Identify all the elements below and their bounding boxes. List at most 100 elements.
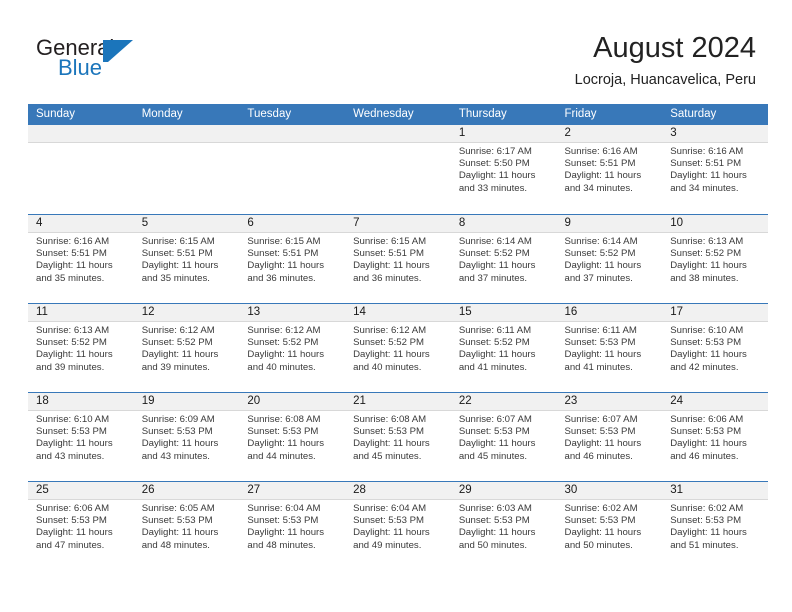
daylight-text-line2: and 46 minutes. — [670, 450, 739, 462]
day-cell[interactable]: 12 Sunrise: 6:12 AM Sunset: 5:52 PM Dayligh… — [133, 304, 240, 392]
day-cell[interactable]: 4 Sunrise: 6:16 AM Sunset: 5:51 PM Daylight… — [28, 215, 134, 303]
day-cell[interactable]: 16 Sunrise: 6:11 AM Sunset: 5:53 PM Dayligh… — [556, 304, 663, 392]
day-cell[interactable]: 20 Sunrise: 6:08 AM Sunset: 5:53 PM Dayligh… — [239, 393, 346, 481]
day-number-band: 5 — [133, 215, 240, 233]
day-cell[interactable]: 14 Sunrise: 6:12 AM Sunset: 5:52 PM Dayligh… — [345, 304, 451, 392]
daylight-text-line2: and 33 minutes. — [458, 182, 528, 194]
day-number-band: 22 — [450, 393, 557, 411]
sunset-text: Sunset: 5:52 PM — [36, 337, 107, 349]
day-cell-empty — [133, 125, 240, 214]
page-title: August 2024 — [593, 32, 756, 64]
day-cell[interactable]: 7 Sunrise: 6:15 AM Sunset: 5:51 PM Daylight… — [345, 215, 451, 303]
day-cell[interactable]: 3 Sunrise: 6:16 AM Sunset: 5:51 PM Daylight… — [662, 125, 768, 214]
sunrise-text: Sunrise: 6:15 AM — [353, 236, 427, 247]
sunset-text: Sunset: 5:51 PM — [36, 248, 107, 260]
day-number: 15 — [458, 306, 472, 318]
day-cell[interactable]: 22 Sunrise: 6:07 AM Sunset: 5:53 PM Dayligh… — [450, 393, 557, 481]
logo-text-blue: Blue — [58, 55, 103, 80]
weekday-header-saturday: Saturday — [670, 108, 717, 120]
day-details: Sunrise: 6:08 AM Sunset: 5:53 PM Daylight:… — [345, 411, 451, 463]
day-details: Sunrise: 6:07 AM Sunset: 5:53 PM Daylight:… — [451, 411, 557, 463]
day-cell[interactable]: 5 Sunrise: 6:15 AM Sunset: 5:51 PM Daylight… — [133, 215, 240, 303]
daylight-text-line1: Daylight: 11 hours — [141, 438, 219, 450]
day-number-band: 3 — [662, 125, 768, 143]
day-cell[interactable]: 8 Sunrise: 6:14 AM Sunset: 5:52 PM Daylight… — [450, 215, 557, 303]
daylight-text-line2: and 51 minutes. — [670, 539, 739, 551]
day-cell[interactable]: 18 Sunrise: 6:10 AM Sunset: 5:53 PM Dayligh… — [28, 393, 134, 481]
sunset-text: Sunset: 5:52 PM — [458, 337, 530, 349]
day-cell[interactable]: 23 Sunrise: 6:07 AM Sunset: 5:53 PM Dayligh… — [556, 393, 663, 481]
blue-triangle-flag-icon — [103, 40, 133, 62]
day-cell[interactable]: 29 Sunrise: 6:03 AM Sunset: 5:53 PM Dayligh… — [450, 482, 557, 570]
sunset-text: Sunset: 5:50 PM — [458, 158, 530, 170]
day-number: 14 — [353, 306, 366, 318]
day-number-band: 2 — [556, 125, 663, 143]
daylight-text-line2: and 50 minutes. — [458, 539, 528, 551]
day-cell[interactable]: 15 Sunrise: 6:11 AM Sunset: 5:52 PM Dayligh… — [450, 304, 557, 392]
day-cell[interactable]: 27 Sunrise: 6:04 AM Sunset: 5:53 PM Dayligh… — [239, 482, 346, 570]
sunset-text: Sunset: 5:53 PM — [353, 515, 425, 527]
day-cell[interactable]: 28 Sunrise: 6:04 AM Sunset: 5:53 PM Dayligh… — [345, 482, 451, 570]
sunrise-text: Sunrise: 6:03 AM — [458, 503, 532, 514]
daylight-text-line1: Daylight: 11 hours — [353, 349, 430, 361]
daylight-text-line1: Daylight: 11 hours — [458, 527, 536, 539]
sunrise-text: Sunrise: 6:12 AM — [353, 325, 427, 336]
sunrise-text: Sunrise: 6:15 AM — [247, 236, 321, 247]
daylight-text-line2: and 45 minutes. — [353, 450, 422, 462]
day-number-band: 18 — [28, 393, 134, 411]
day-cell[interactable]: 9 Sunrise: 6:14 AM Sunset: 5:52 PM Daylight… — [556, 215, 663, 303]
day-number-band: 20 — [239, 393, 346, 411]
day-details: Sunrise: 6:10 AM Sunset: 5:53 PM Daylight:… — [28, 411, 134, 463]
day-cell[interactable]: 24 Sunrise: 6:06 AM Sunset: 5:53 PM Dayligh… — [662, 393, 768, 481]
day-number: 11 — [36, 306, 48, 318]
daylight-text-line2: and 39 minutes. — [141, 361, 210, 373]
sunset-text: Sunset: 5:53 PM — [141, 515, 213, 527]
day-number-band: 23 — [556, 393, 663, 411]
sunset-text: Sunset: 5:52 PM — [353, 337, 425, 349]
day-number: 6 — [247, 217, 254, 229]
sunset-text: Sunset: 5:53 PM — [247, 515, 319, 527]
day-number: 18 — [36, 395, 49, 407]
day-cell[interactable]: 30 Sunrise: 6:02 AM Sunset: 5:53 PM Dayligh… — [556, 482, 663, 570]
weekday-header-sunday: Sunday — [36, 108, 76, 120]
daylight-text-line1: Daylight: 11 hours — [36, 527, 113, 539]
calendar-week-row: 4 Sunrise: 6:16 AM Sunset: 5:51 PM Daylight… — [28, 214, 768, 303]
day-number-band: 12 — [133, 304, 240, 322]
day-details: Sunrise: 6:14 AM Sunset: 5:52 PM Daylight:… — [451, 233, 557, 285]
sunrise-text: Sunrise: 6:07 AM — [564, 414, 638, 425]
daylight-text-line2: and 46 minutes. — [564, 450, 633, 462]
calendar-week-row: 11 Sunrise: 6:13 AM Sunset: 5:52 PM Dayligh… — [28, 303, 768, 392]
sunset-text: Sunset: 5:52 PM — [458, 248, 530, 260]
daylight-text-line2: and 37 minutes. — [458, 272, 528, 284]
day-cell[interactable]: 11 Sunrise: 6:13 AM Sunset: 5:52 PM Dayligh… — [28, 304, 134, 392]
logo-triangle-shape — [108, 40, 133, 62]
daylight-text-line1: Daylight: 11 hours — [247, 349, 325, 361]
sunrise-text: Sunrise: 6:12 AM — [247, 325, 321, 336]
daylight-text-line2: and 40 minutes. — [353, 361, 422, 373]
day-cell[interactable]: 17 Sunrise: 6:10 AM Sunset: 5:53 PM Dayligh… — [662, 304, 768, 392]
daylight-text-line2: and 34 minutes. — [670, 182, 739, 194]
sunset-text: Sunset: 5:51 PM — [353, 248, 425, 260]
day-cell[interactable]: 13 Sunrise: 6:12 AM Sunset: 5:52 PM Dayligh… — [239, 304, 346, 392]
day-cell[interactable]: 6 Sunrise: 6:15 AM Sunset: 5:51 PM Daylight… — [239, 215, 346, 303]
day-number: 13 — [247, 306, 261, 318]
day-cell[interactable]: 1 Sunrise: 6:17 AM Sunset: 5:50 PM Daylight… — [450, 125, 557, 214]
day-number-band: 28 — [345, 482, 451, 500]
sunset-text: Sunset: 5:52 PM — [564, 248, 636, 260]
daylight-text-line1: Daylight: 11 hours — [247, 438, 325, 450]
sunrise-text: Sunrise: 6:14 AM — [458, 236, 532, 247]
sunrise-text: Sunrise: 6:16 AM — [670, 146, 744, 157]
day-cell[interactable]: 21 Sunrise: 6:08 AM Sunset: 5:53 PM Dayligh… — [345, 393, 451, 481]
day-number-band: 21 — [345, 393, 451, 411]
day-cell[interactable]: 2 Sunrise: 6:16 AM Sunset: 5:51 PM Daylight… — [556, 125, 663, 214]
day-cell[interactable]: 26 Sunrise: 6:05 AM Sunset: 5:53 PM Dayligh… — [133, 482, 240, 570]
sunrise-text: Sunrise: 6:12 AM — [141, 325, 215, 336]
day-number-band: 11 — [28, 304, 134, 322]
sunset-text: Sunset: 5:53 PM — [670, 515, 742, 527]
day-cell[interactable]: 19 Sunrise: 6:09 AM Sunset: 5:53 PM Dayligh… — [133, 393, 240, 481]
daylight-text-line2: and 38 minutes. — [670, 272, 739, 284]
day-cell[interactable]: 31 Sunrise: 6:02 AM Sunset: 5:53 PM Dayligh… — [662, 482, 768, 570]
general-blue-logo[interactable]: General Blue — [36, 36, 156, 84]
day-cell[interactable]: 10 Sunrise: 6:13 AM Sunset: 5:52 PM Dayligh… — [662, 215, 768, 303]
day-cell[interactable]: 25 Sunrise: 6:06 AM Sunset: 5:53 PM Dayligh… — [28, 482, 134, 570]
